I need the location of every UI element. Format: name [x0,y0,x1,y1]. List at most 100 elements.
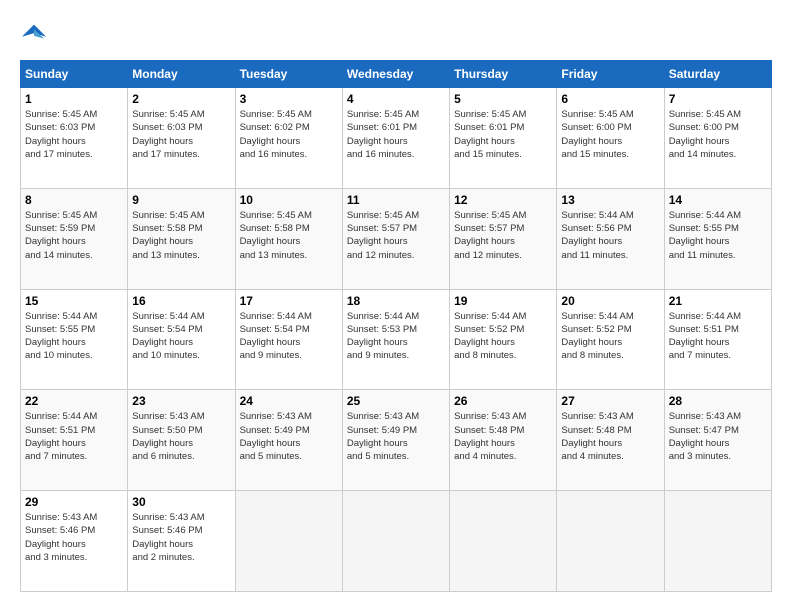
day-number: 4 [347,92,445,106]
table-row: 21 Sunrise: 5:44 AM Sunset: 5:51 PM Dayl… [664,289,771,390]
table-row [235,491,342,592]
table-row: 6 Sunrise: 5:45 AM Sunset: 6:00 PM Dayli… [557,88,664,189]
col-friday: Friday [557,61,664,88]
col-monday: Monday [128,61,235,88]
table-row: 7 Sunrise: 5:45 AM Sunset: 6:00 PM Dayli… [664,88,771,189]
table-row [557,491,664,592]
calendar-header-row: Sunday Monday Tuesday Wednesday Thursday… [21,61,772,88]
day-number: 8 [25,193,123,207]
day-number: 23 [132,394,230,408]
calendar-week-row: 29 Sunrise: 5:43 AM Sunset: 5:46 PM Dayl… [21,491,772,592]
day-number: 26 [454,394,552,408]
table-row: 2 Sunrise: 5:45 AM Sunset: 6:03 PM Dayli… [128,88,235,189]
day-number: 21 [669,294,767,308]
day-info: Sunrise: 5:45 AM Sunset: 5:57 PM Dayligh… [454,209,552,262]
day-info: Sunrise: 5:45 AM Sunset: 6:02 PM Dayligh… [240,108,338,161]
day-info: Sunrise: 5:43 AM Sunset: 5:50 PM Dayligh… [132,410,230,463]
day-info: Sunrise: 5:43 AM Sunset: 5:48 PM Dayligh… [454,410,552,463]
col-wednesday: Wednesday [342,61,449,88]
day-number: 17 [240,294,338,308]
day-number: 28 [669,394,767,408]
day-number: 22 [25,394,123,408]
day-info: Sunrise: 5:43 AM Sunset: 5:46 PM Dayligh… [25,511,123,564]
day-info: Sunrise: 5:43 AM Sunset: 5:48 PM Dayligh… [561,410,659,463]
header [20,20,772,48]
day-number: 5 [454,92,552,106]
day-number: 10 [240,193,338,207]
day-number: 1 [25,92,123,106]
logo [20,20,52,48]
day-number: 9 [132,193,230,207]
day-number: 27 [561,394,659,408]
table-row: 13 Sunrise: 5:44 AM Sunset: 5:56 PM Dayl… [557,188,664,289]
table-row: 16 Sunrise: 5:44 AM Sunset: 5:54 PM Dayl… [128,289,235,390]
day-number: 24 [240,394,338,408]
day-info: Sunrise: 5:43 AM Sunset: 5:49 PM Dayligh… [347,410,445,463]
day-number: 13 [561,193,659,207]
table-row: 8 Sunrise: 5:45 AM Sunset: 5:59 PM Dayli… [21,188,128,289]
table-row: 12 Sunrise: 5:45 AM Sunset: 5:57 PM Dayl… [450,188,557,289]
day-info: Sunrise: 5:45 AM Sunset: 6:01 PM Dayligh… [347,108,445,161]
table-row: 1 Sunrise: 5:45 AM Sunset: 6:03 PM Dayli… [21,88,128,189]
table-row: 10 Sunrise: 5:45 AM Sunset: 5:58 PM Dayl… [235,188,342,289]
page: Sunday Monday Tuesday Wednesday Thursday… [0,0,792,612]
day-info: Sunrise: 5:44 AM Sunset: 5:54 PM Dayligh… [132,310,230,363]
day-number: 16 [132,294,230,308]
day-number: 11 [347,193,445,207]
day-number: 18 [347,294,445,308]
day-number: 6 [561,92,659,106]
calendar-week-row: 1 Sunrise: 5:45 AM Sunset: 6:03 PM Dayli… [21,88,772,189]
day-info: Sunrise: 5:45 AM Sunset: 5:58 PM Dayligh… [240,209,338,262]
table-row: 15 Sunrise: 5:44 AM Sunset: 5:55 PM Dayl… [21,289,128,390]
day-number: 30 [132,495,230,509]
calendar-table: Sunday Monday Tuesday Wednesday Thursday… [20,60,772,592]
day-info: Sunrise: 5:43 AM Sunset: 5:46 PM Dayligh… [132,511,230,564]
day-info: Sunrise: 5:44 AM Sunset: 5:52 PM Dayligh… [454,310,552,363]
table-row: 22 Sunrise: 5:44 AM Sunset: 5:51 PM Dayl… [21,390,128,491]
day-info: Sunrise: 5:45 AM Sunset: 6:00 PM Dayligh… [561,108,659,161]
day-info: Sunrise: 5:44 AM Sunset: 5:52 PM Dayligh… [561,310,659,363]
day-info: Sunrise: 5:44 AM Sunset: 5:55 PM Dayligh… [669,209,767,262]
calendar-week-row: 15 Sunrise: 5:44 AM Sunset: 5:55 PM Dayl… [21,289,772,390]
col-thursday: Thursday [450,61,557,88]
col-saturday: Saturday [664,61,771,88]
day-info: Sunrise: 5:44 AM Sunset: 5:54 PM Dayligh… [240,310,338,363]
day-number: 15 [25,294,123,308]
calendar-week-row: 8 Sunrise: 5:45 AM Sunset: 5:59 PM Dayli… [21,188,772,289]
day-number: 14 [669,193,767,207]
table-row: 30 Sunrise: 5:43 AM Sunset: 5:46 PM Dayl… [128,491,235,592]
day-info: Sunrise: 5:44 AM Sunset: 5:55 PM Dayligh… [25,310,123,363]
table-row: 25 Sunrise: 5:43 AM Sunset: 5:49 PM Dayl… [342,390,449,491]
col-tuesday: Tuesday [235,61,342,88]
table-row: 3 Sunrise: 5:45 AM Sunset: 6:02 PM Dayli… [235,88,342,189]
table-row: 29 Sunrise: 5:43 AM Sunset: 5:46 PM Dayl… [21,491,128,592]
table-row: 23 Sunrise: 5:43 AM Sunset: 5:50 PM Dayl… [128,390,235,491]
table-row [450,491,557,592]
day-info: Sunrise: 5:45 AM Sunset: 6:03 PM Dayligh… [132,108,230,161]
table-row: 19 Sunrise: 5:44 AM Sunset: 5:52 PM Dayl… [450,289,557,390]
day-info: Sunrise: 5:43 AM Sunset: 5:49 PM Dayligh… [240,410,338,463]
table-row: 11 Sunrise: 5:45 AM Sunset: 5:57 PM Dayl… [342,188,449,289]
table-row: 26 Sunrise: 5:43 AM Sunset: 5:48 PM Dayl… [450,390,557,491]
table-row: 9 Sunrise: 5:45 AM Sunset: 5:58 PM Dayli… [128,188,235,289]
table-row: 27 Sunrise: 5:43 AM Sunset: 5:48 PM Dayl… [557,390,664,491]
table-row: 18 Sunrise: 5:44 AM Sunset: 5:53 PM Dayl… [342,289,449,390]
day-number: 29 [25,495,123,509]
table-row: 28 Sunrise: 5:43 AM Sunset: 5:47 PM Dayl… [664,390,771,491]
col-sunday: Sunday [21,61,128,88]
day-info: Sunrise: 5:45 AM Sunset: 5:59 PM Dayligh… [25,209,123,262]
day-number: 2 [132,92,230,106]
table-row [342,491,449,592]
day-number: 12 [454,193,552,207]
day-info: Sunrise: 5:44 AM Sunset: 5:56 PM Dayligh… [561,209,659,262]
day-number: 3 [240,92,338,106]
table-row: 17 Sunrise: 5:44 AM Sunset: 5:54 PM Dayl… [235,289,342,390]
day-number: 19 [454,294,552,308]
logo-icon [20,20,48,48]
day-number: 20 [561,294,659,308]
table-row: 24 Sunrise: 5:43 AM Sunset: 5:49 PM Dayl… [235,390,342,491]
day-info: Sunrise: 5:45 AM Sunset: 5:58 PM Dayligh… [132,209,230,262]
calendar-week-row: 22 Sunrise: 5:44 AM Sunset: 5:51 PM Dayl… [21,390,772,491]
day-number: 7 [669,92,767,106]
table-row: 5 Sunrise: 5:45 AM Sunset: 6:01 PM Dayli… [450,88,557,189]
